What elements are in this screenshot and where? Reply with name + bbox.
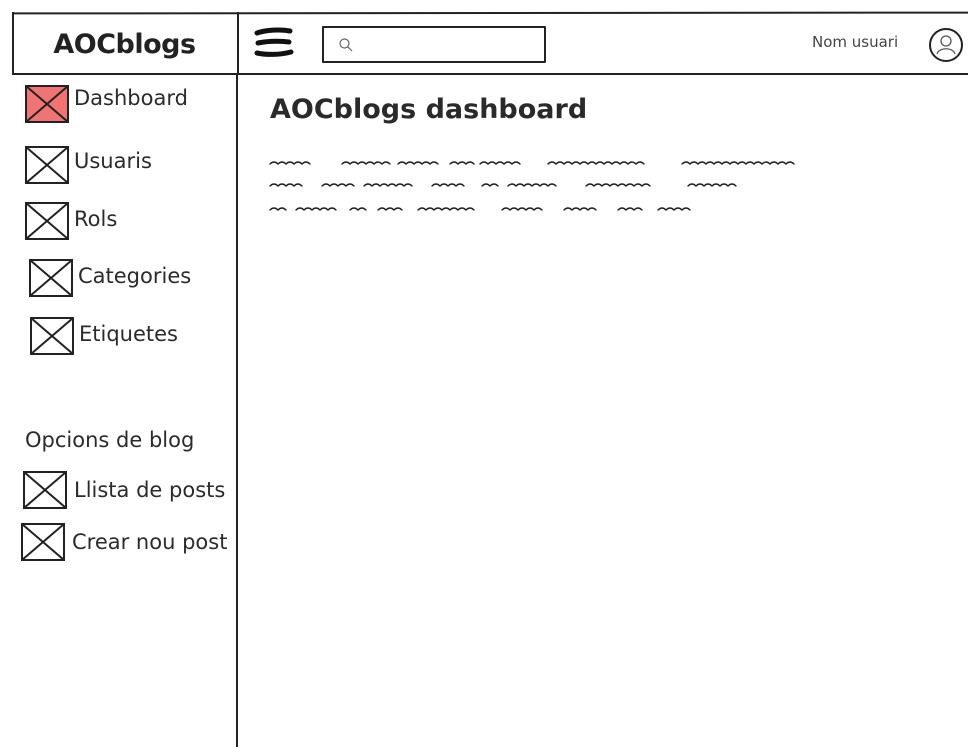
image-placeholder-icon [23, 471, 67, 509]
sidebar-item-etiquetes[interactable]: Etiquetes [29, 316, 178, 356]
user-name-link[interactable]: Nom usuari [812, 33, 898, 51]
image-placeholder-icon [25, 85, 69, 123]
sidebar-item-label: Crear nou post [72, 530, 228, 554]
sidebar-item-new-post[interactable]: Crear nou post [20, 522, 227, 562]
sidebar-item-usuaris[interactable]: Usuaris [24, 145, 152, 185]
sidebar-item-dashboard[interactable]: Dashboard [24, 84, 188, 124]
sidebar-item-label: Usuaris [74, 149, 152, 173]
hamburger-icon[interactable] [254, 26, 294, 60]
image-placeholder-icon [29, 259, 73, 297]
app-logo[interactable]: AOCblogs [12, 14, 237, 74]
image-placeholder-icon [25, 146, 69, 184]
sidebar-item-post-list[interactable]: Llista de posts [22, 470, 225, 510]
sidebar-item-label: Rols [74, 207, 118, 231]
sidebar-item-categories[interactable]: Categories [28, 258, 191, 298]
sidebar-item-label: Llista de posts [74, 478, 226, 502]
sidebar-item-rols[interactable]: Rols [24, 201, 117, 241]
search-input[interactable] [358, 32, 538, 58]
page-title: AOCblogs dashboard [270, 94, 588, 125]
image-placeholder-icon [30, 317, 74, 355]
image-placeholder-icon [21, 523, 65, 561]
image-placeholder-icon [25, 202, 69, 240]
search-field[interactable] [322, 26, 546, 63]
blog-options-heading: Opcions de blog [25, 428, 195, 452]
sidebar-divider [236, 73, 238, 747]
user-avatar-icon[interactable] [928, 27, 964, 63]
sidebar-item-label: Categories [78, 264, 192, 288]
placeholder-text-scribble [269, 161, 795, 211]
search-icon [339, 38, 353, 52]
sidebar-item-label: Etiquetes [79, 322, 178, 346]
sidebar-item-label: Dashboard [74, 86, 188, 110]
logo-divider [237, 12, 239, 75]
wireframe-page: AOCblogs Nom usuari Dashboard Usuaris Ro… [0, 0, 968, 747]
